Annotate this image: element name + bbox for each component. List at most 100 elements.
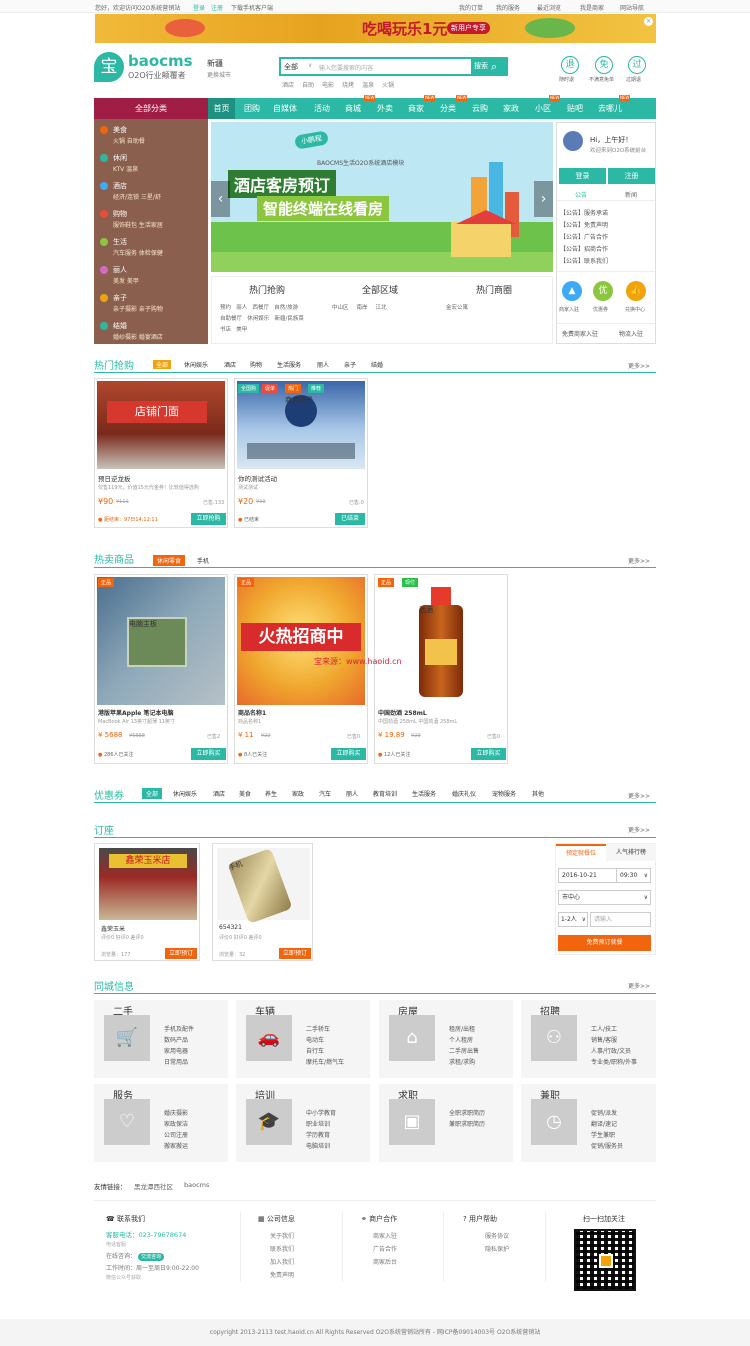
classified-box[interactable]: 求职 ▣ 全职求职简历 兼职求职简历 <box>379 1084 513 1162</box>
list-item[interactable]: 二手轿车 <box>306 1024 330 1033</box>
nav-item[interactable]: 家政 <box>503 98 519 119</box>
tab[interactable]: 酒店 <box>213 789 225 798</box>
list-item[interactable]: 【公告】免责声明 <box>560 220 608 232</box>
list-item[interactable]: 二手房出售 <box>449 1046 479 1055</box>
search-button[interactable]: 搜索 ⌕ <box>471 57 508 76</box>
category-item[interactable]: 休闲 KTV 温泉 <box>94 150 208 178</box>
hot-word[interactable]: 烧烤 <box>342 80 354 89</box>
category-item[interactable]: 酒店 经济/连锁 三星/舒 <box>94 178 208 206</box>
register-link[interactable]: 注册 <box>211 3 223 12</box>
nav-item[interactable]: 外卖 <box>377 98 393 119</box>
book-button[interactable]: 立即预订 <box>279 948 311 959</box>
classified-box[interactable]: 服务 ♡ 婚庆摄影 家政保洁 公司注册 搬家搬运 <box>94 1084 228 1162</box>
logistics-link[interactable]: 物流入驻 <box>619 329 643 338</box>
tab[interactable]: 丽人 <box>346 789 358 798</box>
tab[interactable]: 家政 <box>292 789 304 798</box>
booking-image[interactable]: 手机 <box>217 848 310 924</box>
footer-link[interactable]: 商家后台 <box>373 1256 451 1269</box>
more-link[interactable]: 更多>> <box>628 981 650 990</box>
list-item[interactable]: 【公告】广告合作 <box>560 232 608 244</box>
list-item[interactable]: 个人租房 <box>449 1035 473 1044</box>
footer-link[interactable]: 隐私保护 <box>485 1243 553 1256</box>
free-join-link[interactable]: 免费商家入驻 <box>562 329 598 338</box>
more-link[interactable]: 更多>> <box>628 361 650 370</box>
classified-box[interactable]: 培训 🎓 中小学教育 职业培训 学历教育 电脑培训 <box>236 1084 370 1162</box>
booking-image[interactable]: 鑫荣玉米店 <box>99 848 197 920</box>
list-item[interactable]: 手机及配件 <box>164 1024 194 1033</box>
coupon-icon[interactable]: 优 <box>593 281 613 301</box>
tab[interactable]: 婚庆礼仪 <box>452 789 476 798</box>
slider-next-icon[interactable]: › <box>534 181 553 217</box>
nav-item[interactable]: 自媒体 <box>273 98 297 119</box>
classified-box[interactable]: 招聘 ⚇ 工人/技工 销售/客服 人事/行政/文员 专业类/职称/外事 <box>521 1000 656 1078</box>
list-item[interactable]: 电脑培训 <box>306 1141 330 1150</box>
list-item[interactable]: 促销/派发 <box>591 1108 617 1117</box>
list-item[interactable]: 家用电器 <box>164 1046 188 1055</box>
tab-all[interactable]: 全部 <box>153 360 172 369</box>
tab[interactable]: 宠物服务 <box>492 789 516 798</box>
tab[interactable]: 购物 <box>250 360 262 369</box>
footer-link[interactable]: 免责声明 <box>270 1269 348 1282</box>
product-card[interactable]: 商务场景 全国购 促单 热门 推荐 你的测试活动 测试测试 ¥20 ¥30 已售… <box>234 378 368 528</box>
logo-name[interactable]: baocms <box>128 52 193 70</box>
tab[interactable]: 美食 <box>239 789 251 798</box>
list-item[interactable]: 学生兼职 <box>591 1130 615 1139</box>
list-item[interactable]: 全职求职简历 <box>449 1108 485 1117</box>
list-item[interactable]: 专业类/职称/外事 <box>591 1057 637 1066</box>
classified-box[interactable]: 车辆 🚗 二手轿车 电动车 自行车 摩托车/燃气车 <box>236 1000 370 1078</box>
tab[interactable]: 教育培训 <box>373 789 397 798</box>
chevron-down-icon[interactable]: ∨ <box>308 62 312 69</box>
list-item[interactable]: 翻译/速记 <box>591 1119 617 1128</box>
close-icon[interactable]: × <box>644 17 653 26</box>
hero-slider[interactable]: 小鹏程 BAOCMS生活O2O系统酒店模块 酒店客房预订 智能终端在线看房 <box>211 122 553 272</box>
hot-word[interactable]: 电影 <box>322 80 334 89</box>
product-name[interactable]: 商品名称1 <box>238 708 266 717</box>
list-item[interactable]: 婚庆摄影 <box>164 1108 188 1117</box>
classified-box[interactable]: 房屋 ⌂ 租房/出租 个人租房 二手房出售 求租/求购 <box>379 1000 513 1078</box>
tab[interactable]: 生活服务 <box>412 789 436 798</box>
register-button[interactable]: 注册 <box>608 168 655 184</box>
category-item[interactable]: 结婚 婚纱摄影 婚宴酒店 <box>94 318 208 346</box>
tab-all[interactable]: 全部 <box>142 788 163 799</box>
footer-link[interactable]: 加入我们 <box>270 1256 348 1269</box>
tab-snacks[interactable]: 休闲零食 <box>153 555 186 566</box>
booking-card[interactable]: 鑫荣玉米店 鑫荣玉米 评价0 好评0 差评0 浏览量：177 立即预订 <box>94 843 200 961</box>
category-item[interactable]: 美食 火锅 自助餐 <box>94 122 208 150</box>
buy-button[interactable]: 立即购买 <box>191 748 226 760</box>
my-orders-link[interactable]: 我的订单 <box>459 3 483 12</box>
footer-link[interactable]: 联系我们 <box>270 1243 348 1256</box>
store-input[interactable]: 请输入 <box>590 912 651 927</box>
ended-button[interactable]: 已结束 <box>335 513 365 525</box>
search-category[interactable]: 全部 <box>284 62 298 72</box>
friend-link[interactable]: baocms <box>184 1181 209 1189</box>
top-icon-refund[interactable]: 退 随时退 <box>559 56 579 83</box>
tab[interactable]: 亲子 <box>344 360 356 369</box>
tab[interactable]: 休闲娱乐 <box>173 789 197 798</box>
footer-link[interactable]: 服务协议 <box>485 1230 553 1243</box>
list-item[interactable]: 日常用品 <box>164 1057 188 1066</box>
footer-link[interactable]: 关于我们 <box>270 1230 348 1243</box>
all-categories-button[interactable]: 全部分类 <box>94 98 208 119</box>
nav-item[interactable]: 团购 <box>244 98 260 119</box>
product-name[interactable]: 预日逆龙板 <box>98 473 131 483</box>
recent-link[interactable]: 最近浏览 <box>537 3 561 12</box>
list-item[interactable]: 促销/服务员 <box>591 1141 623 1150</box>
nav-item[interactable]: 活动 <box>314 98 330 119</box>
nav-item[interactable]: 商城 <box>345 98 361 119</box>
product-image[interactable]: 店铺门面 <box>97 381 225 469</box>
online-chat-button[interactable]: 交流咨询 <box>137 1253 164 1261</box>
nav-item[interactable]: 商家 <box>408 98 424 119</box>
login-link[interactable]: 登录 <box>193 3 205 12</box>
list-item[interactable]: 销售/客服 <box>591 1035 617 1044</box>
nav-item[interactable]: 分类 <box>440 98 456 119</box>
booking-name[interactable]: 鑫荣玉米 <box>101 924 125 933</box>
tab-ranking[interactable]: 人气排行榜 <box>606 844 656 861</box>
more-link[interactable]: 更多>> <box>628 825 650 834</box>
merchant-icon[interactable]: ▲ <box>562 281 582 301</box>
logo-icon[interactable]: 宝 <box>94 52 124 82</box>
category-item[interactable]: 购物 服饰鞋包 生活家居 <box>94 206 208 234</box>
list-item[interactable]: 租房/出租 <box>449 1024 475 1033</box>
tab-book-seat[interactable]: 预定就餐位 <box>556 844 606 861</box>
product-image[interactable]: 电脑主板 <box>97 577 225 705</box>
category-item[interactable]: 生活 汽车服务 体检保健 <box>94 234 208 262</box>
